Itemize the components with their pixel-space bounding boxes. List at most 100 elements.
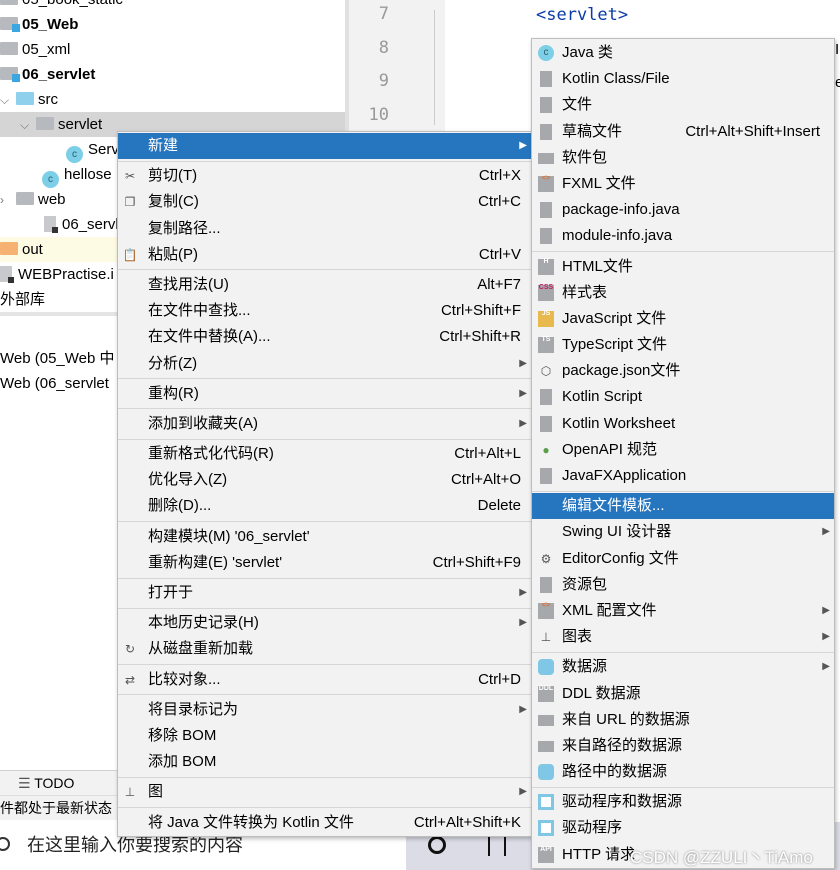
tree-item-label: 05_book_static [22, 0, 123, 8]
code-line[interactable]: <servlet> [536, 5, 628, 25]
menu-item[interactable]: 新建 ▶ [118, 133, 531, 160]
cortana-icon[interactable] [428, 836, 446, 854]
menu-item[interactable]: 来自 URL 的数据源 [532, 707, 834, 733]
menu-item[interactable]: 重新格式化代码(R) Ctrl+Alt+L [118, 441, 531, 467]
menu-item[interactable]: Swing UI 设计器 ▶ [532, 519, 834, 545]
menu-item-label: 将目录标记为 [148, 700, 239, 718]
todo-tab[interactable]: TODO [34, 775, 74, 791]
html-file-icon: H [538, 258, 554, 275]
menu-item[interactable]: 构建模块(M) '06_servlet' [118, 524, 531, 550]
menu-item[interactable]: ⬡ package.json文件 [532, 358, 834, 384]
scratch-file-icon [540, 123, 552, 140]
menu-separator [532, 651, 834, 653]
menu-item[interactable]: <> XML 配置文件 ▶ [532, 598, 834, 624]
menu-item[interactable]: 添加 BOM [118, 749, 531, 775]
menu-item[interactable]: ❐ 复制(C) Ctrl+C [118, 189, 531, 215]
chevron-icon[interactable]: › [0, 188, 16, 213]
menu-item[interactable]: 重构(R) ▶ [118, 381, 531, 407]
java-class-icon: c [538, 45, 554, 61]
menu-item-label: 在文件中替换(A)... [148, 328, 271, 346]
menu-item[interactable]: 在文件中替换(A)... Ctrl+Shift+R [118, 324, 531, 350]
menu-item[interactable]: 资源包 [532, 572, 834, 598]
menu-item[interactable]: Kotlin Class/File [532, 66, 834, 92]
database-icon [538, 764, 554, 781]
menu-item-label: 添加 BOM [148, 753, 217, 771]
menu-item[interactable]: Kotlin Script [532, 384, 834, 410]
menu-item-label: 软件包 [562, 148, 608, 166]
menu-item[interactable]: 将目录标记为 ▶ [118, 697, 531, 723]
menu-item[interactable]: CSS 样式表 [532, 280, 834, 306]
menu-separator [118, 807, 531, 808]
chevron-icon[interactable]: ⌵ [0, 88, 16, 113]
tree-item-label: WEBPractise.i [18, 266, 114, 283]
menu-item-label: 重新构建(E) 'servlet' [148, 553, 283, 571]
menu-item[interactable]: 软件包 [532, 145, 834, 171]
menu-item[interactable]: 路径中的数据源 [532, 759, 834, 785]
module-marker [12, 24, 20, 32]
menu-item[interactable]: 查找用法(U) Alt+F7 [118, 272, 531, 298]
service-item[interactable]: Web (05_Web 中 [0, 346, 117, 371]
tree-item[interactable]: 06_servlet [0, 62, 345, 87]
menu-item-label: Kotlin Script [562, 388, 643, 406]
menu-item-shortcut: Ctrl+C [478, 193, 521, 211]
menu-item[interactable]: 本地历史记录(H) ▶ [118, 610, 531, 636]
gear-icon: ⚙ [540, 551, 552, 566]
menu-item[interactable]: 添加到收藏夹(A) ▶ [118, 411, 531, 437]
menu-item[interactable]: ⊥ 图 ▶ [118, 779, 531, 805]
menu-item[interactable]: TS TypeScript 文件 [532, 332, 834, 358]
menu-item[interactable]: JavaFXApplication [532, 463, 834, 489]
menu-item[interactable]: ⚙ EditorConfig 文件 [532, 546, 834, 572]
menu-item[interactable]: 📋 粘贴(P) Ctrl+V [118, 242, 531, 268]
menu-item[interactable]: 草稿文件 Ctrl+Alt+Shift+Insert [532, 119, 834, 145]
menu-item[interactable]: 驱动程序 [532, 815, 834, 841]
tree-item[interactable]: 05_xml [0, 37, 345, 62]
menu-item[interactable]: ↻ 从磁盘重新加载 [118, 636, 531, 662]
tree-item[interactable]: ⌵ src [0, 87, 345, 112]
service-item[interactable]: Web (06_servlet [0, 371, 117, 396]
java-file-icon [540, 202, 552, 219]
menu-item[interactable]: 删除(D)... Delete [118, 493, 531, 519]
menu-item-label: EditorConfig 文件 [562, 549, 679, 567]
task-view-icon[interactable] [488, 834, 506, 856]
menu-item[interactable]: 重新构建(E) 'servlet' Ctrl+Shift+F9 [118, 550, 531, 576]
menu-item[interactable]: package-info.java [532, 197, 834, 223]
tree-item[interactable]: 05_Web [0, 12, 345, 37]
menu-item[interactable]: module-info.java [532, 223, 834, 249]
menu-item[interactable]: c Java 类 [532, 40, 834, 66]
menu-item[interactable]: 数据源 ▶ [532, 654, 834, 680]
menu-item[interactable]: 移除 BOM [118, 723, 531, 749]
menu-item-label: OpenAPI 规范 [562, 440, 658, 458]
menu-item[interactable]: H HTML文件 [532, 254, 834, 280]
menu-item[interactable]: ✂ 剪切(T) Ctrl+X [118, 163, 531, 189]
submenu-arrow-icon: ▶ [519, 387, 527, 399]
menu-separator [118, 607, 531, 609]
menu-item[interactable]: 复制路径... [118, 216, 531, 242]
menu-item[interactable]: <> FXML 文件 [532, 171, 834, 197]
menu-separator [118, 664, 531, 666]
menu-item[interactable]: Kotlin Worksheet [532, 411, 834, 437]
menu-item[interactable]: ● OpenAPI 规范 [532, 437, 834, 463]
tree-item[interactable]: 05_book_static [0, 0, 345, 12]
menu-item[interactable]: ⇄ 比较对象... Ctrl+D [118, 667, 531, 693]
menu-item[interactable]: 来自路径的数据源 [532, 733, 834, 759]
line-number: 9 [378, 71, 389, 92]
menu-item[interactable]: 在文件中查找... Ctrl+Shift+F [118, 298, 531, 324]
menu-item[interactable]: ⊥ 图表 ▶ [532, 624, 834, 650]
menu-item[interactable]: 打开于 ▶ [118, 580, 531, 606]
menu-item[interactable]: 驱动程序和数据源 [532, 789, 834, 815]
menu-item[interactable]: JS JavaScript 文件 [532, 306, 834, 332]
menu-item[interactable]: 优化导入(Z) Ctrl+Alt+O [118, 467, 531, 493]
menu-item[interactable]: 文件 [532, 92, 834, 118]
folder-icon [538, 740, 554, 752]
menu-item[interactable]: 编辑文件模板... [532, 493, 834, 520]
chevron-icon[interactable]: ⌵ [20, 113, 36, 138]
submenu-arrow-icon: ▶ [519, 587, 527, 598]
tree-item-label: hellose [64, 166, 112, 183]
menu-item[interactable]: DDL DDL 数据源 [532, 681, 834, 707]
menu-item-label: 优化导入(Z) [148, 471, 228, 489]
menu-item[interactable]: 将 Java 文件转换为 Kotlin 文件 Ctrl+Alt+Shift+K [118, 810, 531, 836]
menu-item[interactable]: 分析(Z) ▶ [118, 351, 531, 377]
menu-item-label: 将 Java 文件转换为 Kotlin 文件 [148, 813, 354, 831]
kotlin-worksheet-icon [540, 415, 552, 432]
search-placeholder: 在这里输入你要搜索的内容 [27, 835, 243, 855]
